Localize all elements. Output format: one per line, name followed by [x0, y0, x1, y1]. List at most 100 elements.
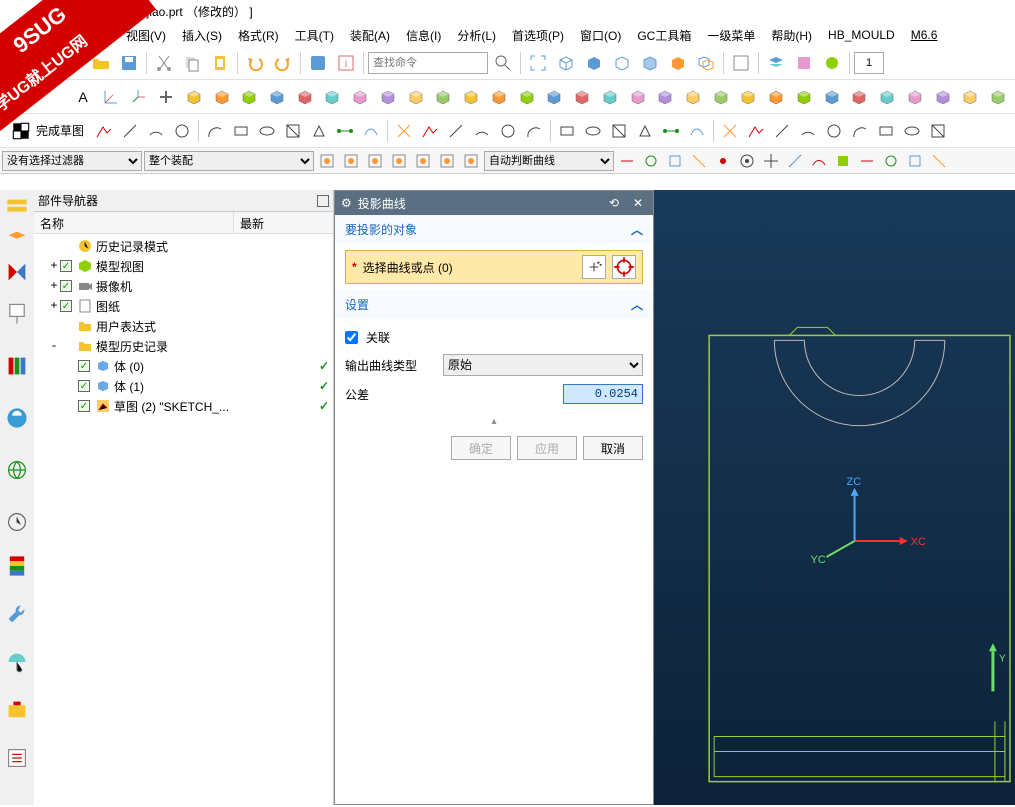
- menu-format[interactable]: 格式(R): [232, 25, 285, 46]
- tree-checkbox[interactable]: ✓: [78, 400, 90, 412]
- model-tool-24-icon[interactable]: [847, 84, 873, 110]
- dialog-close-icon[interactable]: ✕: [629, 194, 647, 212]
- nav-col-name[interactable]: 名称: [34, 212, 234, 233]
- tool-b-icon[interactable]: i: [333, 50, 359, 76]
- filter-tool-b5-icon[interactable]: [736, 150, 758, 172]
- ok-button[interactable]: 确定: [451, 436, 511, 460]
- sketch-tool-26-icon[interactable]: [796, 119, 820, 143]
- model-tool-17-icon[interactable]: [652, 84, 678, 110]
- sketch-tool-14-icon[interactable]: [470, 119, 494, 143]
- model-tool-21-icon[interactable]: [763, 84, 789, 110]
- sketch-tool-31-icon[interactable]: [926, 119, 950, 143]
- model-tool-27-icon[interactable]: [930, 84, 956, 110]
- sketch-tool-7-icon[interactable]: [281, 119, 305, 143]
- filter-tool-b8-icon[interactable]: [808, 150, 830, 172]
- sketch-tool-8-icon[interactable]: [307, 119, 331, 143]
- strip-wrench-icon[interactable]: [5, 602, 29, 626]
- filter-tool-b9-icon[interactable]: [832, 150, 854, 172]
- chevron-up-icon[interactable]: ︿: [631, 296, 643, 313]
- model-tool-29-icon[interactable]: [985, 84, 1011, 110]
- sketch-tool-11-icon[interactable]: [392, 119, 416, 143]
- model-tool-20-icon[interactable]: [736, 84, 762, 110]
- filter-tool-b2-icon[interactable]: [664, 150, 686, 172]
- strip-constraint-icon[interactable]: [5, 260, 29, 284]
- model-tool-5-icon[interactable]: [320, 84, 346, 110]
- tree-checkbox[interactable]: ✓: [60, 300, 72, 312]
- model-tool-10-icon[interactable]: [458, 84, 484, 110]
- model-tool-0-icon[interactable]: [181, 84, 207, 110]
- strip-web-icon[interactable]: [5, 406, 29, 430]
- sketch-tool-21-icon[interactable]: [659, 119, 683, 143]
- redo-icon[interactable]: [270, 50, 296, 76]
- strip-books-icon[interactable]: [5, 354, 29, 378]
- menu-view[interactable]: 视图(V): [120, 25, 172, 46]
- sketch-tool-6-icon[interactable]: [255, 119, 279, 143]
- sketch-tool-16-icon[interactable]: [522, 119, 546, 143]
- filter-tool-a6-icon[interactable]: [460, 150, 482, 172]
- menu-assembly[interactable]: 装配(A): [344, 25, 396, 46]
- tree-row-8[interactable]: ✓草图 (2) "SKETCH_...✓: [36, 396, 331, 416]
- model-tool-1-icon[interactable]: [209, 84, 235, 110]
- sketch-tool-9-icon[interactable]: [333, 119, 357, 143]
- tree-row-3[interactable]: +✓图纸: [36, 296, 331, 316]
- filter-tool-b1-icon[interactable]: [640, 150, 662, 172]
- model-tool-13-icon[interactable]: [541, 84, 567, 110]
- filter-select-3[interactable]: 自动判断曲线: [484, 151, 614, 171]
- search-icon[interactable]: [490, 50, 516, 76]
- menu-help[interactable]: 帮助(H): [765, 25, 818, 46]
- shaded-icon[interactable]: [581, 50, 607, 76]
- navigator-undock-icon[interactable]: [317, 195, 329, 207]
- sketch-tool-24-icon[interactable]: [744, 119, 768, 143]
- open-icon[interactable]: [88, 50, 114, 76]
- filter-select-2[interactable]: 整个装配: [144, 151, 314, 171]
- expand-icon[interactable]: [66, 399, 78, 413]
- expand-icon[interactable]: [66, 379, 78, 393]
- expand-icon[interactable]: -: [48, 339, 60, 353]
- tree-checkbox[interactable]: ✓: [78, 380, 90, 392]
- sketch-tool-23-icon[interactable]: [718, 119, 742, 143]
- model-tool-28-icon[interactable]: [958, 84, 984, 110]
- swatch-icon[interactable]: [728, 50, 754, 76]
- filter-tool-a5-icon[interactable]: [436, 150, 458, 172]
- command-search[interactable]: [368, 52, 488, 74]
- menu-info[interactable]: 信息(I): [400, 25, 447, 46]
- paste-icon[interactable]: [207, 50, 233, 76]
- plus-icon[interactable]: [153, 84, 179, 110]
- copy-icon[interactable]: [179, 50, 205, 76]
- model-tool-7-icon[interactable]: [375, 84, 401, 110]
- model-tool-6-icon[interactable]: [347, 84, 373, 110]
- menu-analyze[interactable]: 分析(L): [451, 25, 502, 46]
- sketch-tool-17-icon[interactable]: [555, 119, 579, 143]
- nav-tree[interactable]: 历史记录模式+✓模型视图+✓摄像机+✓图纸 用户表达式-模型历史记录 ✓体 (0…: [34, 234, 333, 805]
- expand-icon[interactable]: [48, 319, 60, 333]
- filter-tool-b0-icon[interactable]: [616, 150, 638, 172]
- menu-window[interactable]: 窗口(O): [574, 25, 627, 46]
- sketch-tool-12-icon[interactable]: [418, 119, 442, 143]
- strip-nav-icon[interactable]: [5, 196, 29, 220]
- strip-list-icon[interactable]: [5, 746, 29, 770]
- filter-tool-a1-icon[interactable]: [340, 150, 362, 172]
- model-tool-11-icon[interactable]: [486, 84, 512, 110]
- model-tool-4-icon[interactable]: [292, 84, 318, 110]
- dialog-reset-icon[interactable]: ⟲: [605, 194, 623, 212]
- tree-checkbox[interactable]: ✓: [78, 360, 90, 372]
- filter-tool-b11-icon[interactable]: [880, 150, 902, 172]
- select-target-icon[interactable]: [612, 255, 636, 279]
- sketch-tool-22-icon[interactable]: [685, 119, 709, 143]
- sketch-tool-18-icon[interactable]: [581, 119, 605, 143]
- expand-icon[interactable]: [66, 359, 78, 373]
- model-tool-26-icon[interactable]: [902, 84, 928, 110]
- sketch-tool-30-icon[interactable]: [900, 119, 924, 143]
- menu-tools[interactable]: 工具(T): [289, 25, 340, 46]
- filter-tool-b7-icon[interactable]: [784, 150, 806, 172]
- sketch-tool-5-icon[interactable]: [229, 119, 253, 143]
- apply-button[interactable]: 应用: [517, 436, 577, 460]
- tolerance-input[interactable]: [563, 384, 643, 404]
- strip-mold-icon[interactable]: [5, 698, 29, 722]
- tree-row-0[interactable]: 历史记录模式: [36, 236, 331, 256]
- sketch-tool-19-icon[interactable]: [607, 119, 631, 143]
- tree-checkbox[interactable]: ✓: [60, 260, 72, 272]
- sketch-tool-15-icon[interactable]: [496, 119, 520, 143]
- sketch-tool-13-icon[interactable]: [444, 119, 468, 143]
- cancel-button[interactable]: 取消: [583, 436, 643, 460]
